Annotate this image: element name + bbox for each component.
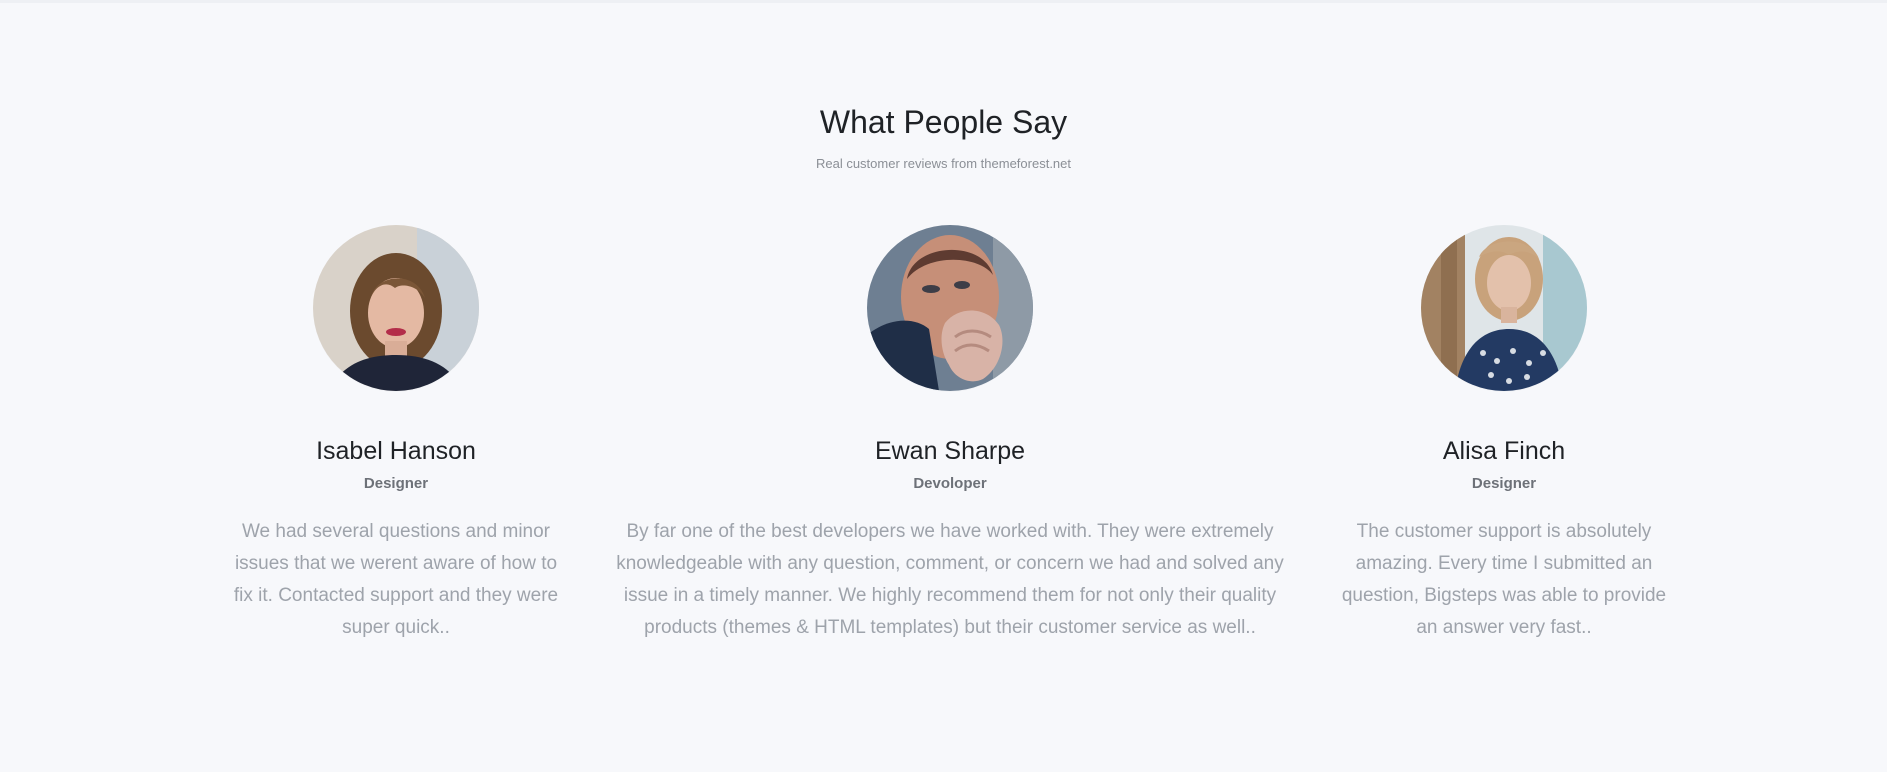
- top-divider: [0, 0, 1887, 3]
- section-subtitle: Real customer reviews from themeforest.n…: [815, 156, 1072, 171]
- reviewer-name: Alisa Finch: [1442, 437, 1566, 465]
- reviewer-role: Designer: [363, 475, 429, 492]
- testimonial-card: Alisa Finch Designer The customer suppor…: [1338, 225, 1670, 644]
- testimonial-card: Ewan Sharpe Devoloper By far one of the …: [614, 225, 1286, 644]
- avatar-photo: [1421, 225, 1587, 391]
- review-text: By far one of the best developers we hav…: [616, 521, 1284, 638]
- avatar: [1421, 225, 1587, 391]
- reviewer-name: Isabel Hanson: [316, 437, 476, 465]
- avatar-photo: [313, 225, 479, 391]
- testimonial-card: Isabel Hanson Designer We had several qu…: [230, 225, 562, 644]
- avatar: [313, 225, 479, 391]
- section-title: What People Say: [819, 104, 1068, 140]
- reviewer-role: Designer: [1471, 475, 1537, 492]
- review-text: The customer support is absolutely amazi…: [1341, 521, 1667, 638]
- reviewer-role: Devoloper: [913, 475, 987, 492]
- review-text: We had several questions and minor issue…: [233, 521, 559, 638]
- avatar-photo: [867, 225, 1033, 391]
- reviewer-name: Ewan Sharpe: [874, 437, 1026, 465]
- avatar: [867, 225, 1033, 391]
